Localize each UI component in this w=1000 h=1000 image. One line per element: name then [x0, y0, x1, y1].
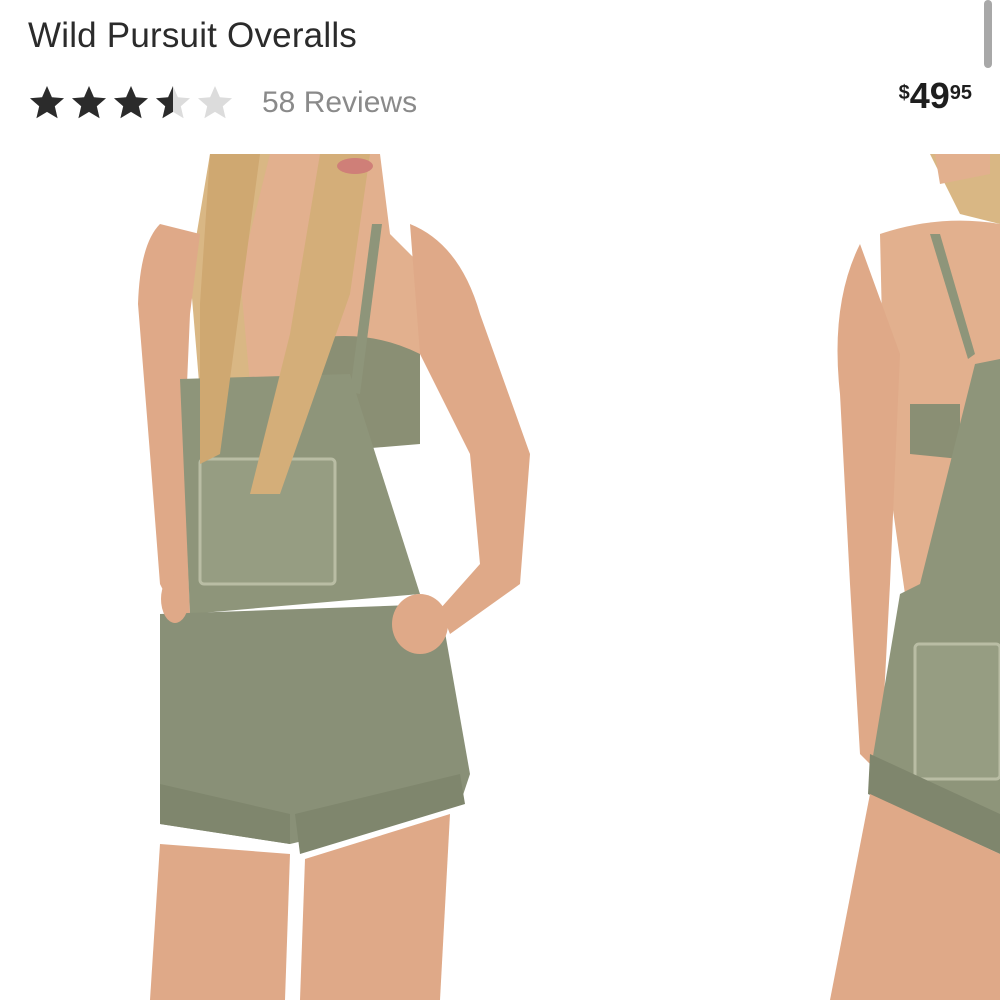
scrollbar[interactable] — [984, 0, 992, 68]
price-cents: 95 — [949, 82, 972, 104]
price-currency: $ — [898, 82, 910, 104]
star-rating — [28, 84, 234, 122]
product-image-front[interactable] — [120, 154, 560, 1000]
product-image-gallery[interactable] — [0, 154, 1000, 1000]
star-half-icon — [156, 86, 190, 119]
rating-row: 58 Reviews — [28, 80, 417, 126]
star-filled-icon — [72, 86, 106, 119]
reviews-link[interactable]: 58 Reviews — [262, 86, 417, 120]
price: $ 49 95 — [899, 76, 972, 116]
product-page: Wild Pursuit Overalls 58 Reviews $ 49 95 — [0, 0, 1000, 1000]
product-image-back[interactable] — [790, 154, 1000, 1000]
product-title: Wild Pursuit Overalls — [28, 16, 357, 55]
star-filled-icon — [114, 86, 148, 119]
price-dollars: 49 — [909, 75, 950, 116]
star-filled-icon — [30, 86, 64, 119]
star-empty-icon — [198, 86, 232, 119]
